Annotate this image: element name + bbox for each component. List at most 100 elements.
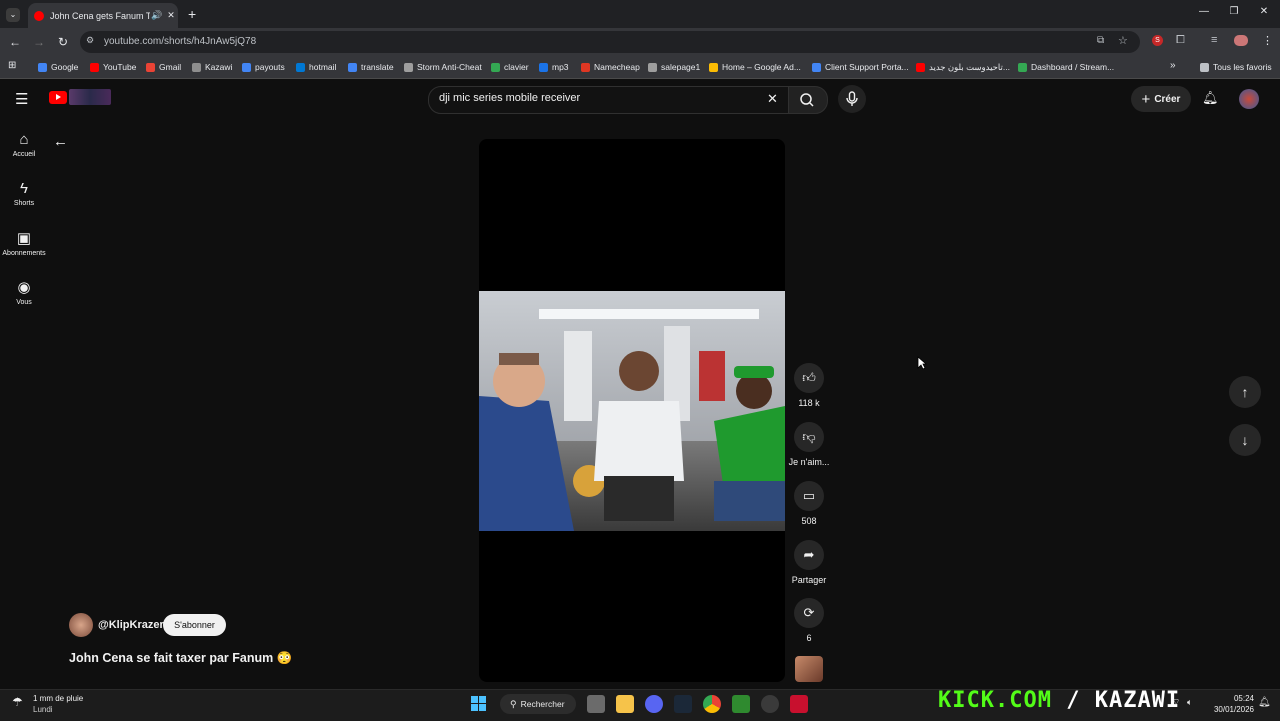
clock-time[interactable]: 05:24 — [1210, 694, 1254, 703]
folder-icon — [1200, 62, 1209, 72]
subscribe-button[interactable]: S'abonner — [163, 614, 226, 636]
video-thumbnail-image — [479, 291, 785, 531]
windows-start-icon[interactable] — [471, 696, 487, 712]
more-bookmarks-icon[interactable]: » — [1170, 60, 1176, 71]
sidebar-item-you[interactable]: ◉ Vous — [0, 278, 48, 306]
install-app-icon[interactable]: ⧉ — [1097, 35, 1104, 46]
bookmark-favicon-icon — [296, 62, 305, 72]
bookmark-item[interactable]: Namecheap — [581, 58, 640, 76]
create-button[interactable]: + Créer — [1131, 86, 1191, 112]
voice-search-button[interactable] — [838, 85, 866, 113]
previous-short-button[interactable]: ↑ — [1229, 376, 1261, 408]
channel-avatar[interactable] — [69, 613, 93, 637]
bookmark-item[interactable]: hotmail — [296, 58, 336, 76]
like-button[interactable]: 👍︎ — [794, 363, 824, 393]
profile-avatar[interactable] — [1234, 35, 1248, 46]
bookmark-item[interactable]: Dashboard / Stream... — [1018, 58, 1114, 76]
bookmark-favicon-icon — [539, 62, 548, 72]
microphone-icon — [846, 91, 858, 106]
notifications-bell-icon[interactable]: 🔔︎ — [1202, 90, 1219, 106]
bookmark-item[interactable]: salepage1 — [648, 58, 700, 76]
bookmark-item[interactable]: mp3 — [539, 58, 569, 76]
bookmark-item[interactable]: Home – Google Ad... — [709, 58, 801, 76]
next-short-button[interactable]: ↓ — [1229, 424, 1261, 456]
task-view-icon[interactable] — [587, 695, 605, 713]
app-badge-icon[interactable] — [790, 695, 808, 713]
bookmark-item[interactable]: Google — [38, 58, 78, 76]
sidebar-item-subscriptions[interactable]: ▣ Abonnements — [0, 229, 48, 257]
bookmark-item[interactable]: تاحيدوست بلون جديد... — [916, 58, 1010, 76]
weather-text[interactable]: 1 mm de pluie — [33, 694, 83, 703]
forward-icon[interactable]: → — [30, 33, 48, 51]
minimize-button[interactable]: — — [1194, 6, 1214, 22]
comments-button[interactable]: ▭ — [794, 481, 824, 511]
video-frame[interactable] — [479, 291, 785, 531]
bookmark-item[interactable]: Storm Anti-Cheat — [404, 58, 482, 76]
weather-rain-icon[interactable]: ☂ — [12, 695, 23, 709]
apps-grid-icon[interactable]: ⊞ — [8, 60, 16, 71]
search-input[interactable]: dji mic series mobile receiver — [439, 92, 580, 104]
game-launcher-icon[interactable] — [732, 695, 750, 713]
youtube-logo[interactable] — [49, 91, 67, 104]
bookmark-label: Namecheap — [594, 62, 640, 72]
bookmark-item[interactable]: Kazawi — [192, 58, 232, 76]
reload-icon[interactable]: ↻ — [54, 33, 72, 51]
bookmark-item[interactable]: Client Support Porta... — [812, 58, 909, 76]
home-icon: ⌂ — [19, 131, 29, 148]
bookmark-item[interactable]: YouTube — [90, 58, 136, 76]
remix-icon: ⟳ — [803, 605, 815, 620]
tab-close-icon[interactable]: ✕ — [164, 10, 178, 21]
obs-icon[interactable] — [761, 695, 779, 713]
bookmark-favicon-icon — [491, 62, 500, 72]
clear-search-icon[interactable]: ✕ — [767, 91, 778, 107]
wifi-icon[interactable]: ⌔ — [1172, 697, 1180, 708]
volume-icon[interactable]: 🔈︎ — [1187, 697, 1192, 708]
bookmark-favicon-icon — [581, 62, 590, 72]
account-avatar[interactable] — [1239, 89, 1259, 109]
channel-name[interactable]: @KlipKrazer — [98, 619, 164, 631]
browser-tab-active[interactable]: John Cena gets Fanum Tax... 🔊 ✕ — [28, 3, 178, 28]
tab-search-button[interactable]: ⌄ — [6, 8, 20, 22]
file-explorer-icon[interactable] — [616, 695, 634, 713]
bookmark-label: Storm Anti-Cheat — [417, 62, 482, 72]
kick-watermark-white: / KAZAWI — [1051, 688, 1181, 713]
search-button[interactable] — [788, 86, 828, 114]
bookmark-item[interactable]: translate — [348, 58, 394, 76]
sidebar-item-home[interactable]: ⌂ Accueil — [0, 131, 48, 158]
bookmark-item[interactable]: payouts — [242, 58, 285, 76]
close-window-button[interactable]: ✕ — [1254, 6, 1274, 22]
extensions-icon[interactable]: ⧠ — [1176, 34, 1185, 47]
new-tab-button[interactable]: + — [188, 6, 196, 22]
share-button[interactable]: ➦ — [794, 540, 824, 570]
chrome-icon[interactable] — [703, 695, 721, 713]
clock-date[interactable]: 30/01/2026 — [1206, 705, 1254, 714]
back-icon[interactable]: ← — [6, 33, 24, 51]
steam-icon[interactable] — [674, 695, 692, 713]
media-control-icon[interactable]: ≡ — [1211, 34, 1217, 46]
url-text[interactable]: youtube.com/shorts/h4JnAw5jQ78 — [104, 36, 256, 47]
bookmark-favicon-icon — [348, 62, 357, 72]
notification-center-icon[interactable]: 🔔︎ — [1258, 697, 1271, 708]
bookmark-item[interactable]: Gmail — [146, 58, 181, 76]
back-arrow-icon[interactable]: ← — [53, 133, 68, 150]
remix-button[interactable]: ⟳ — [794, 598, 824, 628]
all-bookmarks[interactable]: Tous les favoris — [1200, 58, 1272, 76]
arrow-up-icon: ↑ — [1241, 384, 1249, 400]
site-info-icon[interactable]: ⚙ — [86, 35, 94, 46]
arrow-down-icon: ↓ — [1241, 432, 1249, 448]
sound-thumbnail[interactable] — [795, 656, 823, 682]
discord-icon[interactable] — [645, 695, 663, 713]
bookmark-item[interactable]: clavier — [491, 58, 529, 76]
chrome-menu-icon[interactable]: ⋮ — [1262, 34, 1273, 47]
taskbar-search[interactable]: ⚲ Rechercher — [500, 694, 576, 714]
youtube-doodle-logo[interactable] — [69, 89, 111, 105]
tab-title: John Cena gets Fanum Tax... — [50, 10, 150, 21]
sidebar-item-shorts[interactable]: ϟ Shorts — [0, 180, 48, 207]
weather-day: Lundi — [33, 705, 53, 714]
restore-button[interactable]: ❐ — [1224, 6, 1244, 22]
bookmark-star-icon[interactable]: ☆ — [1118, 34, 1128, 47]
speaker-icon[interactable]: 🔊 — [150, 10, 164, 21]
dislike-button[interactable]: 👎︎ — [794, 422, 824, 452]
menu-hamburger-icon[interactable]: ☰ — [15, 90, 28, 108]
extension-s-icon[interactable]: S — [1152, 35, 1163, 46]
